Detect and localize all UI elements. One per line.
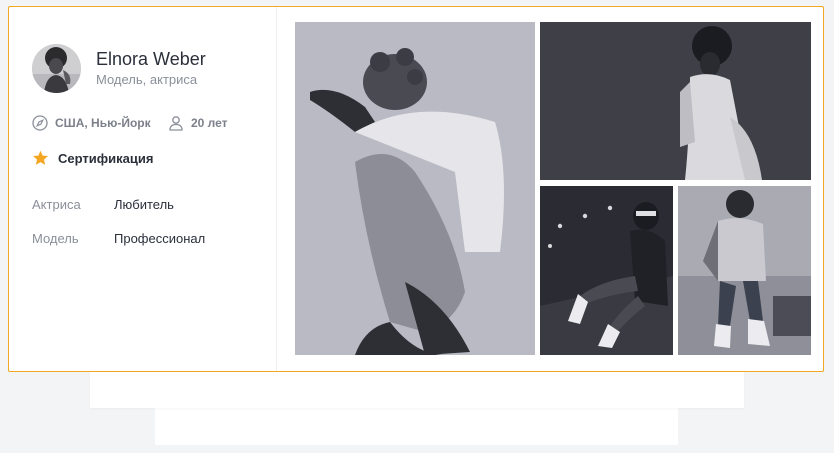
- user-icon: [169, 116, 183, 131]
- location: США, Нью-Йорк: [32, 115, 151, 131]
- certification: Сертификация: [32, 150, 153, 166]
- age: 20 лет: [168, 115, 228, 131]
- location-text: США, Нью-Йорк: [55, 116, 151, 130]
- gallery-photo-top-right[interactable]: [540, 22, 811, 180]
- star-icon: [33, 150, 48, 165]
- skill-label: Модель: [32, 231, 79, 246]
- age-text: 20 лет: [191, 116, 228, 130]
- gallery-photo-bottom-right[interactable]: [678, 186, 811, 355]
- profile-card[interactable]: Elnora Weber Модель, актриса США, Нью-Йо…: [8, 6, 824, 372]
- certification-label: Сертификация: [58, 150, 154, 166]
- gallery-photo-bottom-left[interactable]: [540, 186, 673, 355]
- compass-icon: [32, 115, 48, 131]
- skill-label: Актриса: [32, 197, 81, 212]
- gallery-photo-main[interactable]: [295, 22, 535, 355]
- skill-row: Актриса Любитель: [32, 197, 174, 212]
- skill-value: Любитель: [114, 197, 174, 212]
- profile-role: Модель, актриса: [96, 72, 198, 87]
- skill-value: Профессионал: [114, 231, 206, 246]
- profile-name: Elnora Weber: [96, 49, 206, 69]
- skill-row: Модель Профессионал: [32, 231, 205, 246]
- avatar[interactable]: [32, 44, 81, 93]
- profile-info-panel: Elnora Weber Модель, актриса США, Нью-Йо…: [9, 7, 277, 371]
- stacked-card-middle: [90, 368, 744, 408]
